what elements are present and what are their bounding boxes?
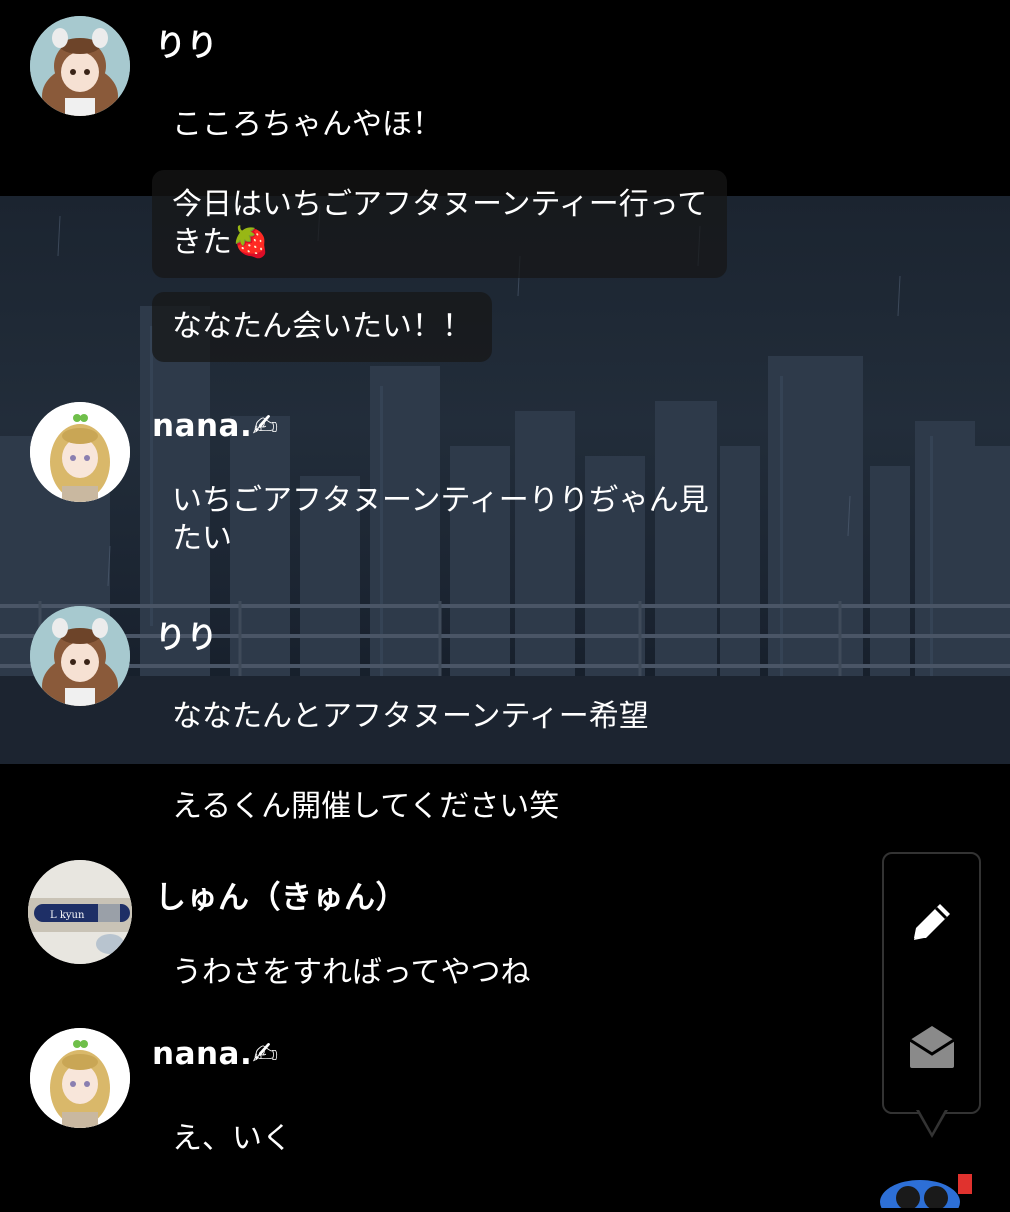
message-bubble: 今日はいちごアフタヌーンティー行って きた🍓 bbox=[152, 170, 728, 278]
panel-pointer bbox=[918, 1108, 946, 1133]
inbox-button[interactable] bbox=[904, 1018, 960, 1074]
message-bubble: いちごアフタヌーンティーりりぢゃん見 たい bbox=[172, 483, 709, 556]
username[interactable]: nana.✍ bbox=[152, 1036, 279, 1072]
app-badge-icon[interactable] bbox=[880, 1168, 1010, 1212]
pencil-icon bbox=[914, 904, 950, 940]
message-bubble: こころちゃんやほ！ bbox=[172, 107, 442, 142]
message-bubble: えるくん開催してください笑 bbox=[172, 789, 560, 824]
message-bubble: うわさをすればってやつね bbox=[172, 955, 531, 990]
username[interactable]: りり bbox=[155, 20, 218, 65]
floating-action-panel bbox=[882, 852, 981, 1114]
message-bubble: ななたん会いたい！！ bbox=[152, 292, 492, 362]
svg-text:L kyun: L kyun bbox=[50, 910, 85, 921]
user-avatar-riri[interactable] bbox=[30, 606, 130, 706]
compose-button[interactable] bbox=[904, 894, 960, 950]
username[interactable]: しゅん（きゅん） bbox=[155, 872, 407, 917]
username[interactable]: nana.✍ bbox=[152, 408, 279, 444]
user-avatar-shun[interactable]: L kyun bbox=[28, 860, 132, 964]
user-avatar-nana[interactable] bbox=[30, 402, 130, 502]
username[interactable]: りり bbox=[155, 612, 218, 657]
user-avatar-nana[interactable] bbox=[30, 1028, 130, 1128]
user-avatar-riri[interactable] bbox=[30, 16, 130, 116]
message-bubble: え、いく bbox=[172, 1121, 292, 1156]
message-bubble: ななたんとアフタヌーンティー希望 bbox=[172, 699, 649, 734]
open-envelope-icon bbox=[909, 1026, 955, 1068]
